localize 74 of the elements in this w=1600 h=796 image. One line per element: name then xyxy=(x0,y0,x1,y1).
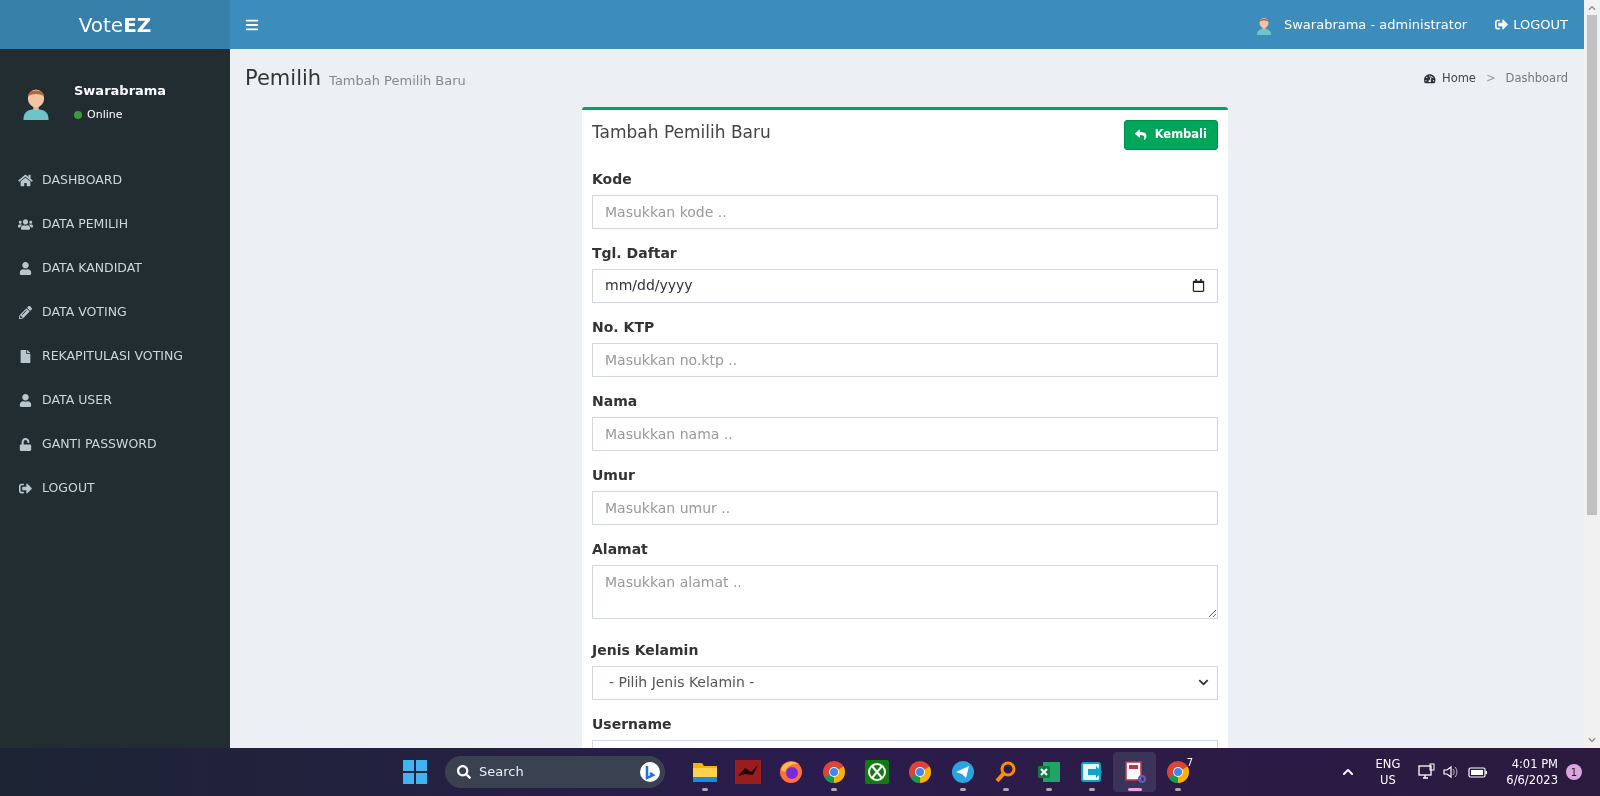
sidebar-item[interactable]: DATA PEMILIH xyxy=(0,202,230,246)
page-title: Pemilih xyxy=(245,65,322,92)
page-subtitle: Tambah Pemilih Baru xyxy=(329,72,466,90)
field-label: Username xyxy=(592,714,673,734)
dashboard-icon xyxy=(1424,73,1436,85)
scroll-up-icon[interactable] xyxy=(1588,4,1596,12)
chrome-icon[interactable] xyxy=(907,760,932,784)
telegram-icon[interactable] xyxy=(950,760,975,784)
field-label: Kode xyxy=(592,169,633,189)
chrome-icon[interactable] xyxy=(821,760,846,784)
logout-icon xyxy=(18,481,33,495)
home-icon xyxy=(18,173,33,187)
card-title: Tambah Pemilih Baru xyxy=(592,120,771,144)
textarea-field[interactable]: Masukkan alamat .. xyxy=(592,564,1218,619)
sidebar-item[interactable]: REKAPITULASI VOTING xyxy=(0,334,230,378)
calendar-icon[interactable] xyxy=(1192,279,1205,292)
select-field[interactable]: - Pilih Jenis Kelamin - xyxy=(592,665,1218,700)
field-label: Umur xyxy=(592,465,636,485)
scroll-down-icon[interactable] xyxy=(1588,736,1596,744)
taskbar-app[interactable] xyxy=(1113,752,1156,792)
spreadsheet-icon[interactable] xyxy=(1036,760,1061,784)
snipping-icon[interactable] xyxy=(1122,760,1147,784)
notification-badge[interactable]: 1 xyxy=(1566,764,1582,780)
breadcrumb-separator: > xyxy=(1484,70,1497,88)
users-icon xyxy=(18,217,33,231)
text-input-field[interactable]: Masukkan nama .. xyxy=(592,416,1218,451)
speaker-icon[interactable] xyxy=(1442,763,1461,781)
text-input-field[interactable]: Masukkan umur .. xyxy=(592,490,1218,525)
field-label: Alamat xyxy=(592,539,649,559)
user-icon xyxy=(18,393,33,407)
sidebar-item[interactable]: GANTI PASSWORD xyxy=(0,422,230,466)
taskbar-search-field[interactable]: Search xyxy=(445,756,665,788)
taskbar-app[interactable]: 7 xyxy=(1156,752,1199,792)
field-label: Jenis Kelamin xyxy=(592,640,700,660)
brand-logo[interactable]: VoteEZ xyxy=(0,0,230,49)
unlock-icon xyxy=(18,437,33,451)
app-count-label: 7 xyxy=(1186,756,1193,770)
field-label: Nama xyxy=(592,391,639,411)
sidebar-item[interactable]: DASHBOARD xyxy=(0,158,230,202)
breadcrumb-link[interactable]: Home xyxy=(1442,70,1476,88)
sidebar-item[interactable]: DATA VOTING xyxy=(0,290,230,334)
clock[interactable]: 4:01 PM 6/6/2023 xyxy=(1506,756,1558,788)
date-field[interactable]: mm/dd/yyyy xyxy=(592,268,1218,303)
language-indicator[interactable]: ENG US xyxy=(1375,756,1401,788)
user-name: Swarabrama xyxy=(74,82,167,100)
logout-button[interactable]: LOGOUT xyxy=(1495,14,1568,35)
folder-icon[interactable] xyxy=(691,760,718,784)
arrow-app-icon[interactable] xyxy=(1079,760,1104,784)
chevron-down-icon xyxy=(1198,677,1209,688)
xbox-icon[interactable] xyxy=(864,760,889,784)
navbar-user[interactable]: Swarabrama - administrator xyxy=(1284,14,1468,35)
user-status: Online xyxy=(87,106,123,123)
reply-icon xyxy=(1135,128,1147,141)
text-input-field[interactable]: Masukkan kode .. xyxy=(592,194,1218,229)
bing-icon xyxy=(639,761,661,783)
breadcrumb-current: Dashboard xyxy=(1505,70,1568,88)
monitor-icon[interactable] xyxy=(1418,763,1437,781)
sidebar-item[interactable]: DATA USER xyxy=(0,378,230,422)
pencil-icon xyxy=(18,305,33,319)
scrollbar[interactable] xyxy=(1584,0,1600,748)
field-label: Tgl. Daftar xyxy=(592,243,678,263)
sidebar-item[interactable]: DATA KANDIDAT xyxy=(0,246,230,290)
logout-icon xyxy=(1495,18,1509,31)
file-icon xyxy=(18,349,33,363)
chevron-up-icon[interactable] xyxy=(1341,766,1354,778)
magnifier-icon[interactable] xyxy=(993,760,1018,784)
windows-start-icon[interactable] xyxy=(403,760,427,784)
sidebar-item[interactable]: LOGOUT xyxy=(0,466,230,510)
user-icon xyxy=(18,261,33,275)
field-label: No. KTP xyxy=(592,317,656,337)
text-input-field[interactable]: Masukkan no.ktp .. xyxy=(592,342,1218,377)
browser-icon[interactable] xyxy=(778,760,803,784)
search-icon xyxy=(457,765,471,779)
menu-button[interactable] xyxy=(245,17,259,32)
